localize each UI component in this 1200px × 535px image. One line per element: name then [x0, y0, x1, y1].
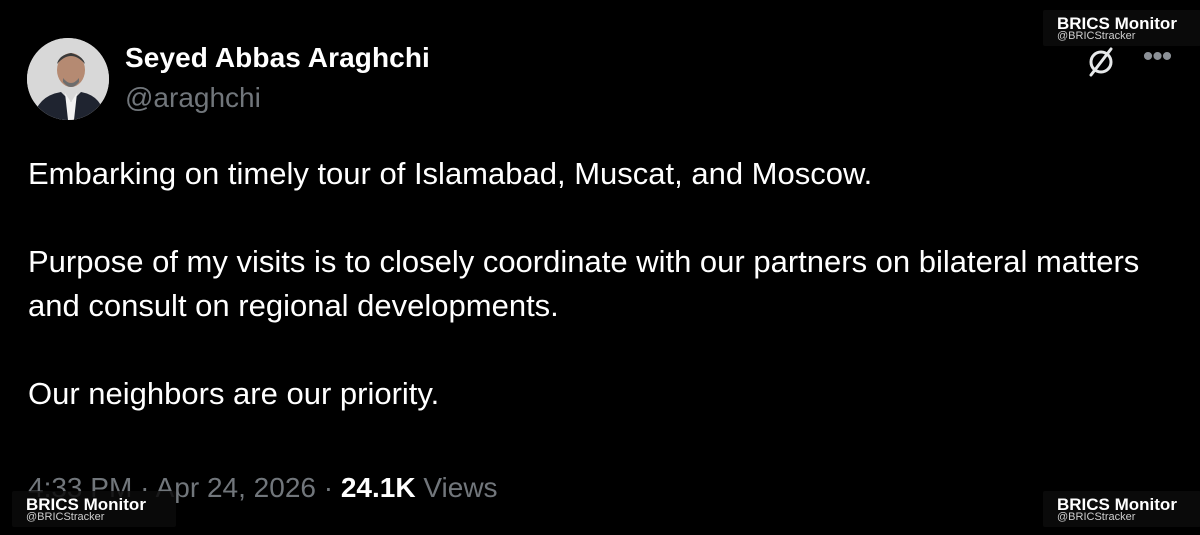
tweet-date[interactable]: Apr 24, 2026 [156, 472, 316, 503]
watermark-top-right: BRICS Monitor @BRICStracker [1043, 10, 1200, 46]
tweet-paragraph: Our neighbors are our priority. [28, 376, 440, 411]
meta-separator: · [323, 472, 334, 503]
avatar[interactable] [27, 38, 109, 120]
author-display-name[interactable]: Seyed Abbas Araghchi [125, 42, 430, 74]
more-options-icon[interactable]: ••• [1141, 42, 1173, 72]
grok-icon[interactable] [1084, 44, 1118, 78]
tweet-text: Embarking on timely tour of Islamabad, M… [28, 152, 1148, 416]
watermark-bottom-right: BRICS Monitor @BRICStracker [1043, 491, 1200, 527]
author-handle[interactable]: @araghchi [125, 82, 261, 114]
views-count[interactable]: 24.1K [341, 472, 416, 503]
views-label[interactable]: Views [423, 472, 497, 503]
tweet-paragraph: Purpose of my visits is to closely coord… [28, 244, 1140, 323]
person-avatar-icon [27, 38, 109, 120]
tweet-paragraph: Embarking on timely tour of Islamabad, M… [28, 156, 873, 191]
watermark-bottom-left: BRICS Monitor @BRICStracker [12, 491, 176, 527]
